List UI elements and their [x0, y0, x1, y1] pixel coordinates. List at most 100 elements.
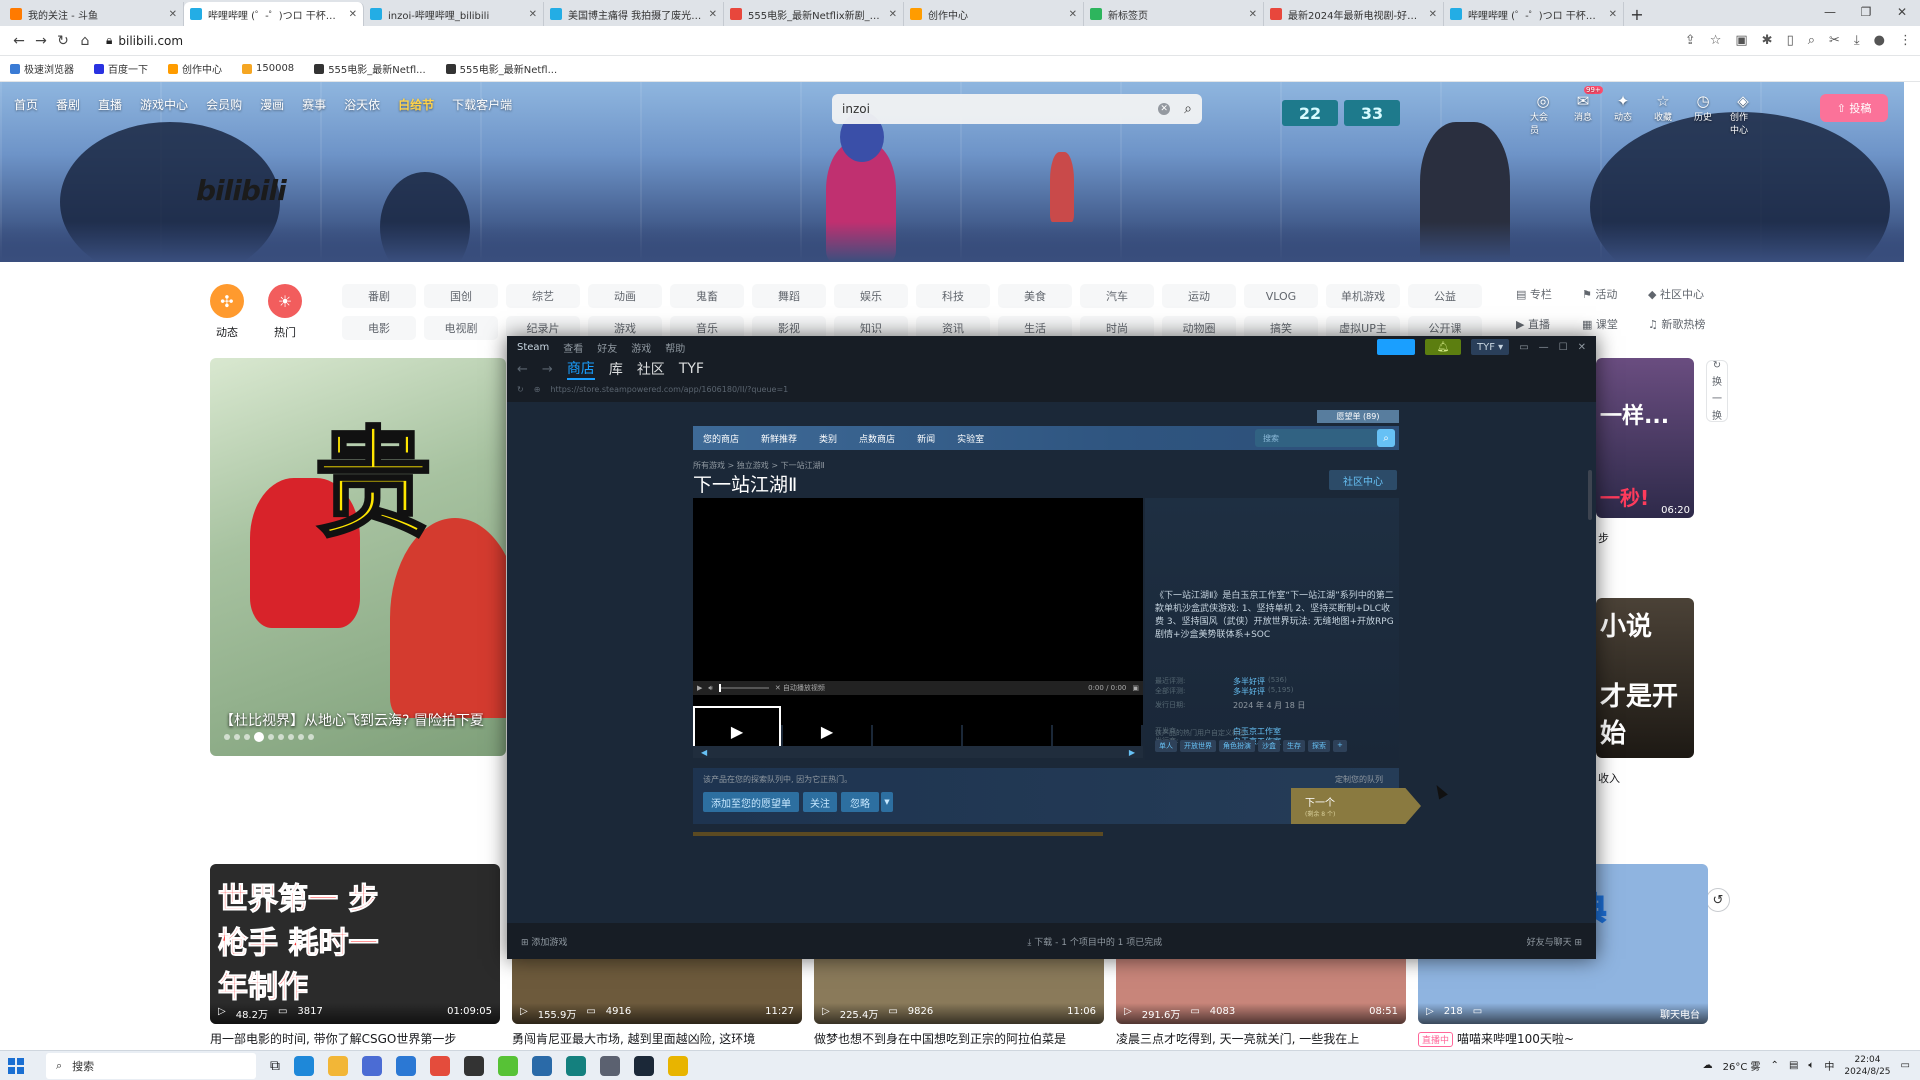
- steam-menu-steam[interactable]: Steam: [517, 342, 549, 353]
- tp-icon[interactable]: [464, 1055, 484, 1076]
- scroll-left-icon[interactable]: ◀: [701, 748, 707, 757]
- top-nav-item[interactable]: 番剧: [56, 96, 80, 113]
- tab-close-icon[interactable]: ✕: [709, 9, 717, 20]
- store-search[interactable]: 搜索 ⌕: [1255, 429, 1395, 447]
- browser-tab[interactable]: 新标签页 ✕: [1084, 2, 1264, 26]
- profile-icon[interactable]: ●: [1874, 33, 1885, 48]
- channel-side-link[interactable]: ▤ 专栏: [1516, 286, 1574, 302]
- share-icon[interactable]: ⇪: [1685, 33, 1696, 48]
- game-tag[interactable]: 探索: [1308, 740, 1330, 752]
- search-icon[interactable]: ⌕: [1184, 101, 1192, 117]
- video-title[interactable]: 直播中 喵喵来哔哩100天啦~: [1418, 1030, 1708, 1047]
- top-nav-item[interactable]: 赛事: [302, 96, 326, 113]
- top-nav-item[interactable]: 首页: [14, 96, 38, 113]
- acc-icon[interactable]: [498, 1055, 518, 1076]
- channel-button[interactable]: 运动: [1162, 284, 1236, 308]
- video-title[interactable]: 勇闯肯尼亚最大市场, 越到里面越凶险, 这环境: [512, 1030, 802, 1047]
- downloads-status[interactable]: ⤓ 下载 - 1 个项目中的 1 项已完成: [1027, 935, 1162, 948]
- channel-button[interactable]: 舞蹈: [752, 284, 826, 308]
- tab-close-icon[interactable]: ✕: [529, 9, 537, 20]
- restore-icon[interactable]: ❐: [1848, 0, 1884, 24]
- big-picture-icon[interactable]: ▭: [1519, 342, 1528, 353]
- game-icon[interactable]: [668, 1055, 688, 1076]
- weather-icon[interactable]: ☁: [1703, 1060, 1713, 1071]
- close-icon[interactable]: ✕: [1884, 0, 1920, 24]
- store-nav-item[interactable]: 类别: [819, 432, 837, 445]
- mail-icon[interactable]: [396, 1055, 416, 1076]
- carousel-dot[interactable]: [234, 734, 240, 740]
- minimize-icon[interactable]: —: [1539, 342, 1549, 353]
- fish-icon[interactable]: [566, 1055, 586, 1076]
- browser-tab[interactable]: 美国博主痛得 我拍摄了废光 初 ✕: [544, 2, 724, 26]
- search-page-icon[interactable]: ⌕: [1808, 33, 1815, 48]
- thumbnail-scroller[interactable]: ◀ ▶: [693, 746, 1143, 758]
- ignore-button[interactable]: 忽略: [841, 792, 879, 812]
- game-tag[interactable]: 开放世界: [1180, 740, 1216, 752]
- carousel-dot[interactable]: [278, 734, 284, 740]
- video-title-fragment[interactable]: 步: [1598, 530, 1609, 546]
- steam-icon[interactable]: [634, 1055, 654, 1076]
- channel-side-link[interactable]: ⚑ 活动: [1582, 286, 1640, 302]
- channel-button[interactable]: 鬼畜: [670, 284, 744, 308]
- bili-search-box[interactable]: ✕ ⌕: [832, 94, 1202, 124]
- add-game-button[interactable]: ⊞ 添加游戏: [521, 935, 567, 948]
- reload-icon[interactable]: ↻: [52, 33, 74, 49]
- clear-icon[interactable]: ✕: [1158, 103, 1171, 115]
- weather-text[interactable]: 26°C 雾: [1723, 1058, 1761, 1073]
- scrollbar[interactable]: [1588, 470, 1592, 520]
- carousel-dot[interactable]: [288, 734, 294, 740]
- info-value[interactable]: 多半好评: [1233, 686, 1265, 697]
- reload-icon[interactable]: ↻: [517, 385, 524, 394]
- header-action[interactable]: ◎ 大会员: [1530, 92, 1556, 136]
- browser-tab[interactable]: 最新2024年最新电视剧-好看的 ✕: [1264, 2, 1444, 26]
- carousel-dot[interactable]: [268, 734, 274, 740]
- dynamic-button[interactable]: ✣: [210, 284, 244, 318]
- browser-tab[interactable]: 哔哩哔哩 (゜-゜)つロ 干杯~-bili ✕: [1444, 2, 1624, 26]
- clock[interactable]: 22:04 2024/8/25: [1844, 1054, 1890, 1078]
- game-tag[interactable]: +: [1333, 740, 1347, 752]
- taskbar-search[interactable]: ⌕ 搜索: [46, 1052, 256, 1079]
- forward-arrow-icon[interactable]: →: [542, 362, 553, 377]
- game-tag[interactable]: 角色扮演: [1219, 740, 1255, 752]
- maximize-icon[interactable]: ☐: [1559, 342, 1568, 353]
- steam-url[interactable]: https://store.steampowered.com/app/16061…: [550, 385, 788, 394]
- video-card-right-2[interactable]: 小说 才是开始: [1596, 598, 1694, 758]
- steam-tab[interactable]: TYF: [679, 361, 704, 377]
- tab-close-icon[interactable]: ✕: [1429, 9, 1437, 20]
- close-icon[interactable]: ✕: [1578, 342, 1586, 353]
- wishlist-button[interactable]: 愿望单 (89): [1317, 410, 1399, 423]
- header-action[interactable]: ◈ 创作中心: [1730, 92, 1756, 136]
- channel-button[interactable]: 科技: [916, 284, 990, 308]
- steam-menu-item[interactable]: 查看: [563, 340, 583, 355]
- game-tag[interactable]: 沙盒: [1258, 740, 1280, 752]
- top-nav-item[interactable]: 漫画: [260, 96, 284, 113]
- video-title[interactable]: 凌晨三点才吃得到, 天一亮就关门, 一些我在上: [1116, 1030, 1406, 1047]
- search-input[interactable]: [842, 102, 1159, 116]
- channel-side-link[interactable]: ◆ 社区中心: [1648, 286, 1734, 302]
- pc-icon[interactable]: [600, 1055, 620, 1076]
- channel-side-link[interactable]: ▦ 课堂: [1582, 316, 1640, 332]
- ime-indicator[interactable]: 中: [1824, 1058, 1834, 1073]
- store-nav-item[interactable]: 新鲜推荐: [761, 432, 797, 445]
- steam-user-menu[interactable]: TYF ▾: [1471, 339, 1510, 355]
- channel-button[interactable]: 汽车: [1080, 284, 1154, 308]
- channel-side-link[interactable]: ▶ 直播: [1516, 316, 1574, 332]
- back-to-top-icon[interactable]: ↺: [1706, 888, 1730, 912]
- video-thumbnail[interactable]: 世界第一 步枪手 耗时一年制作 ▷ 48.2万 ▭ 3817 01:09:05: [210, 864, 500, 1024]
- store-icon[interactable]: [362, 1055, 382, 1076]
- steam-tab[interactable]: 库: [609, 359, 623, 379]
- edge-icon[interactable]: [294, 1055, 314, 1076]
- back-arrow-icon[interactable]: ←: [8, 33, 30, 49]
- channel-button[interactable]: 美食: [998, 284, 1072, 308]
- star-icon[interactable]: ☆: [1710, 33, 1722, 48]
- scroll-right-icon[interactable]: ▶: [1129, 748, 1135, 757]
- scissors-icon[interactable]: ✂: [1829, 33, 1840, 48]
- steam-menu-item[interactable]: 好友: [597, 340, 617, 355]
- volume-slider[interactable]: [718, 684, 769, 692]
- search-icon[interactable]: ⌕: [1377, 429, 1395, 447]
- top-nav-item[interactable]: 下载客户端: [452, 96, 512, 113]
- home-icon[interactable]: ⌂: [74, 33, 96, 49]
- notification-bell-icon[interactable]: 🔔︎: [1425, 339, 1462, 355]
- header-action[interactable]: ✦ 动态: [1610, 92, 1636, 136]
- translate-icon[interactable]: ▣: [1735, 33, 1747, 48]
